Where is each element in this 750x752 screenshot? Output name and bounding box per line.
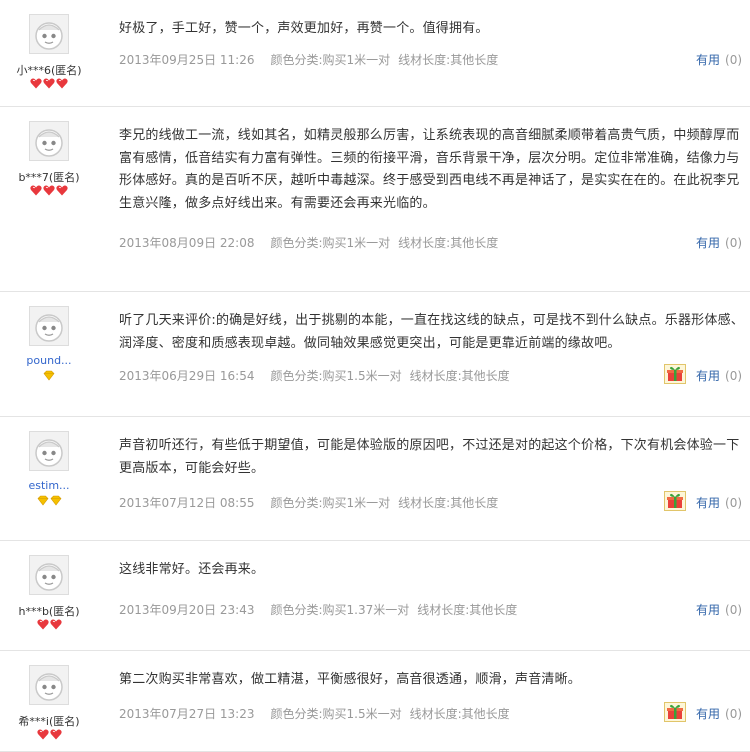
review-text: 第二次购买非常喜欢，做工精湛，平衡感很好，高音很透通，顺滑，声音清晰。 — [119, 672, 582, 687]
gift-icon[interactable] — [664, 702, 686, 722]
heart-rank-icon — [30, 185, 42, 196]
heart-rank-icon — [36, 619, 49, 630]
useful-count: (0) — [725, 603, 743, 617]
useful-button[interactable]: 有用 (0) — [696, 51, 742, 68]
review-date: 2013年06月29日 16:54 — [119, 369, 255, 383]
review-date: 2013年08月09日 22:08 — [119, 236, 255, 250]
useful-label[interactable]: 有用 — [696, 496, 720, 510]
review-date: 2013年09月20日 23:43 — [119, 603, 255, 617]
review-color-class: 颜色分类:购买1米一对 — [270, 236, 391, 250]
default-avatar-icon — [29, 121, 69, 161]
review-item: h***b(匿名) 这线非常好。还会再来。 2013年09月20日 23:43 颜色… — [0, 541, 750, 651]
useful-label[interactable]: 有用 — [696, 603, 720, 617]
reviewer-rank — [0, 495, 98, 512]
heart-rank-icon — [56, 185, 68, 196]
review-item: estim... 声音初听还行，有些低于期望值，可能是体验版的原因吧，不过还是对… — [0, 417, 750, 541]
heart-rank-icon — [43, 78, 55, 89]
useful-button[interactable]: 有用 (0) — [696, 234, 742, 251]
review-text: 好极了，手工好，赞一个，声效更加好，再赞一个。值得拥有。 — [119, 21, 489, 36]
review-text: 声音初听还行，有些低于期望值，可能是体验版的原因吧，不过还是对的起这个价格，下次… — [119, 438, 740, 476]
gift-icon[interactable] — [664, 364, 686, 384]
review-meta: 2013年06月29日 16:54 颜色分类:购买1.5米一对 线材长度:其他长度 — [119, 367, 524, 384]
useful-button[interactable]: 有用 (0) — [696, 705, 742, 722]
useful-count: (0) — [725, 369, 743, 383]
review-length: 线材长度:其他长度 — [409, 369, 510, 383]
review-color-class: 颜色分类:购买1.5米一对 — [270, 707, 402, 721]
reviewer-name[interactable]: estim... — [0, 479, 98, 492]
review-item: b***7(匿名) 李兄的线做工一流，线如其名，如精灵般那么厉害，让系统表现的高… — [0, 107, 750, 292]
default-avatar-icon — [29, 555, 69, 595]
review-meta: 2013年07月27日 13:23 颜色分类:购买1.5米一对 线材长度:其他长度 — [119, 705, 524, 722]
review-meta: 2013年09月20日 23:43 颜色分类:购买1.37米一对 线材长度:其他长度 — [119, 601, 531, 618]
reviewer-rank — [0, 619, 98, 636]
reviewer-name[interactable]: pound... — [0, 354, 98, 367]
reviewer-rank — [0, 729, 98, 746]
review-length: 线材长度:其他长度 — [417, 603, 518, 617]
review-meta: 2013年08月09日 22:08 颜色分类:购买1米一对 线材长度:其他长度 — [119, 234, 512, 251]
review-item: 小***6(匿名) 好极了，手工好，赞一个，声效更加好，再赞一个。值得拥有。 20… — [0, 0, 750, 107]
review-text: 听了几天来评价:的确是好线，出于挑剔的本能，一直在找这线的缺点，可是找不到什么缺… — [119, 313, 744, 351]
review-date: 2013年07月27日 13:23 — [119, 707, 255, 721]
review-item: 希***i(匿名) 第二次购买非常喜欢，做工精湛，平衡感很好，高音很透通，顺滑，… — [0, 651, 750, 752]
review-text: 这线非常好。还会再来。 — [119, 562, 265, 577]
review-text: 李兄的线做工一流，线如其名，如精灵般那么厉害，让系统表现的高音细腻柔顺带着高贵气… — [119, 128, 740, 211]
review-color-class: 颜色分类:购买1米一对 — [270, 496, 391, 510]
default-avatar-icon — [29, 665, 69, 705]
heart-rank-icon — [49, 619, 62, 630]
review-date: 2013年09月25日 11:26 — [119, 53, 255, 67]
heart-rank-icon — [36, 729, 49, 740]
useful-count: (0) — [725, 236, 743, 250]
useful-count: (0) — [725, 53, 743, 67]
review-meta: 2013年09月25日 11:26 颜色分类:购买1米一对 线材长度:其他长度 — [119, 51, 512, 68]
review-length: 线材长度:其他长度 — [398, 236, 499, 250]
heart-rank-icon — [30, 78, 42, 89]
reviewer-rank — [0, 185, 98, 202]
review-item: pound... 听了几天来评价:的确是好线，出于挑剔的本能，一直在找这线的缺点… — [0, 292, 750, 417]
review-length: 线材长度:其他长度 — [398, 53, 499, 67]
diamond-rank-icon — [37, 495, 49, 506]
review-list: 小***6(匿名) 好极了，手工好，赞一个，声效更加好，再赞一个。值得拥有。 20… — [0, 0, 750, 752]
useful-button[interactable]: 有用 (0) — [696, 494, 742, 511]
review-color-class: 颜色分类:购买1米一对 — [270, 53, 391, 67]
review-length: 线材长度:其他长度 — [409, 707, 510, 721]
reviewer-rank — [0, 370, 98, 387]
useful-button[interactable]: 有用 (0) — [696, 367, 742, 384]
default-avatar-icon[interactable] — [29, 431, 69, 471]
heart-rank-icon — [49, 729, 62, 740]
reviewer-name: 希***i(匿名) — [18, 715, 80, 728]
diamond-rank-icon — [50, 495, 62, 506]
diamond-rank-icon — [43, 370, 55, 381]
useful-count: (0) — [725, 707, 743, 721]
useful-label[interactable]: 有用 — [696, 236, 720, 250]
useful-label[interactable]: 有用 — [696, 707, 720, 721]
review-meta: 2013年07月12日 08:55 颜色分类:购买1米一对 线材长度:其他长度 — [119, 494, 512, 511]
useful-button[interactable]: 有用 (0) — [696, 601, 742, 618]
reviewer-name: h***b(匿名) — [18, 605, 80, 618]
review-color-class: 颜色分类:购买1.5米一对 — [270, 369, 402, 383]
heart-rank-icon — [56, 78, 68, 89]
default-avatar-icon — [29, 14, 69, 54]
reviewer-name: b***7(匿名) — [18, 171, 80, 184]
useful-count: (0) — [725, 496, 743, 510]
useful-label[interactable]: 有用 — [696, 369, 720, 383]
review-length: 线材长度:其他长度 — [398, 496, 499, 510]
review-date: 2013年07月12日 08:55 — [119, 496, 255, 510]
reviewer-name: 小***6(匿名) — [16, 64, 82, 77]
useful-label[interactable]: 有用 — [696, 53, 720, 67]
review-color-class: 颜色分类:购买1.37米一对 — [270, 603, 410, 617]
reviewer-rank — [0, 78, 98, 95]
heart-rank-icon — [43, 185, 55, 196]
gift-icon[interactable] — [664, 491, 686, 511]
default-avatar-icon[interactable] — [29, 306, 69, 346]
